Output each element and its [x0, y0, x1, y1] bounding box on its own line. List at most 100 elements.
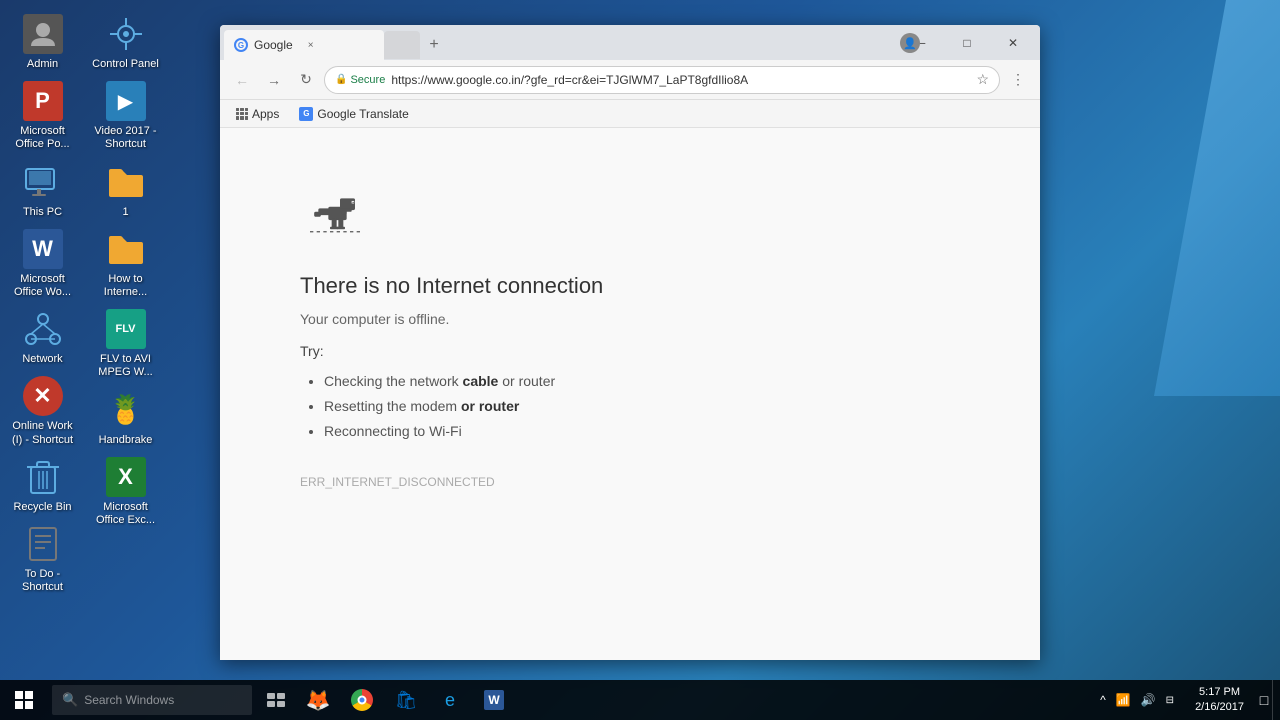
control-panel-icon [106, 14, 146, 54]
profile-avatar[interactable]: 👤 [900, 33, 920, 53]
search-icon: 🔍 [62, 692, 78, 708]
windows-logo-icon [15, 691, 33, 709]
taskbar-clock[interactable]: 5:17 PM 2/16/2017 [1183, 685, 1256, 716]
store-icon: 🛍 [395, 689, 417, 711]
todo-label: To Do -Shortcut [22, 568, 63, 594]
start-button[interactable] [0, 680, 48, 720]
maximize-button[interactable]: □ [944, 25, 990, 60]
address-bar[interactable]: 🔒 Secure https://www.google.co.in/?gfe_r… [324, 66, 1000, 94]
secure-badge: 🔒 Secure [335, 74, 385, 86]
taskbar-app-chrome[interactable] [340, 680, 384, 720]
ms-word-icon: W [23, 229, 63, 269]
new-tab-button[interactable]: + [420, 31, 448, 59]
desktop-icon-control-panel[interactable]: Control Panel [88, 10, 163, 75]
desktop-icon-online-work[interactable]: ✕ Online Work(I) - Shortcut [5, 372, 80, 450]
ms-office-po-label: MicrosoftOffice Po... [15, 125, 69, 151]
admin-icon [23, 14, 63, 54]
clock-time: 5:17 PM [1199, 685, 1240, 700]
show-desktop-button[interactable] [1272, 680, 1280, 720]
desktop-icon-flv[interactable]: FLV FLV to AVIMPEG W... [88, 305, 163, 383]
desktop-icon-ms-excel[interactable]: X MicrosoftOffice Exc... [88, 453, 163, 531]
desktop-icons-col1: Admin P MicrosoftOffice Po... This PC W [5, 10, 80, 598]
desktop-icon-todo[interactable]: To Do -Shortcut [5, 520, 80, 598]
desktop-icon-handbrake[interactable]: 🍍 Handbrake [88, 386, 163, 451]
how-to-icon [106, 229, 146, 269]
dino-container [310, 188, 360, 243]
desktop-icon-video[interactable]: ▶ Video 2017 -Shortcut [88, 77, 163, 155]
browser-window: 👤 G Google × + ─ □ ✕ ← → ↻ 🔒 [220, 25, 1040, 660]
bookmark-star-icon[interactable]: ☆ [976, 71, 989, 88]
ms-office-po-icon: P [23, 81, 63, 121]
search-placeholder: Search Windows [84, 693, 174, 707]
taskbar-app-ie[interactable]: e [428, 680, 472, 720]
desktop-icon-how-to[interactable]: How toInterne... [88, 225, 163, 303]
network-status-icon[interactable]: 📶 [1113, 691, 1134, 709]
taskbar-app-word[interactable]: W [472, 680, 516, 720]
browser-tab-google[interactable]: G Google × [224, 30, 384, 60]
this-pc-icon [23, 162, 63, 202]
apps-bookmark[interactable]: Apps [228, 104, 287, 124]
how-to-label: How toInterne... [104, 273, 147, 299]
online-work-label: Online Work(I) - Shortcut [12, 420, 73, 446]
error-suggestion-2: Resetting the modem or router [324, 394, 555, 419]
close-button[interactable]: ✕ [990, 25, 1036, 60]
google-translate-bookmark[interactable]: G Google Translate [291, 104, 416, 124]
forward-button[interactable]: → [260, 66, 288, 94]
chevron-up-icon[interactable]: ^ [1097, 691, 1109, 709]
task-view-icon [267, 693, 285, 707]
desktop-icons-col2: Control Panel ▶ Video 2017 -Shortcut 1 H… [88, 10, 163, 531]
error-suggestions-list: Checking the network cable or router Res… [300, 369, 555, 445]
back-button[interactable]: ← [228, 66, 256, 94]
task-view-button[interactable] [256, 680, 296, 720]
taskbar-apps: 🦊 🛍 e [296, 680, 1091, 720]
desktop-icon-1[interactable]: 1 [88, 158, 163, 223]
extensions-button[interactable]: ⋮ [1004, 66, 1032, 94]
action-center-button[interactable]: □ [1256, 680, 1272, 720]
tab-title: Google [254, 38, 293, 52]
recycle-bin-label: Recycle Bin [13, 501, 71, 514]
apps-grid-icon [236, 108, 248, 120]
reload-button[interactable]: ↻ [292, 66, 320, 94]
control-panel-label: Control Panel [92, 58, 159, 71]
desktop-icon-this-pc[interactable]: This PC [5, 158, 80, 223]
network-icon [23, 309, 63, 349]
taskbar-app-firefox[interactable]: 🦊 [296, 680, 340, 720]
wallpaper-accent2 [1100, 0, 1280, 396]
recycle-bin-icon [23, 457, 63, 497]
google-translate-label: Google Translate [317, 107, 408, 121]
error-try-label: Try: [300, 343, 324, 359]
handbrake-icon: 🍍 [106, 390, 146, 430]
ms-word-label: MicrosoftOffice Wo... [14, 273, 71, 299]
apps-label: Apps [252, 107, 279, 121]
taskbar-search[interactable]: 🔍 Search Windows [52, 685, 252, 715]
chrome-icon [351, 689, 373, 711]
ms-excel-icon: X [106, 457, 146, 497]
bookmarks-bar: Apps G Google Translate [220, 100, 1040, 128]
desktop-icon-network[interactable]: Network [5, 305, 80, 370]
browser-tab-empty[interactable] [384, 31, 420, 59]
online-work-icon: ✕ [23, 376, 63, 416]
taskbar: 🔍 Search Windows 🦊 [0, 680, 1280, 720]
error-suggestion-1: Checking the network cable or router [324, 369, 555, 394]
ie-icon: e [439, 689, 461, 711]
ms-excel-label: MicrosoftOffice Exc... [96, 501, 155, 527]
error-subtitle: Your computer is offline. [300, 311, 449, 327]
taskbar-app-store[interactable]: 🛍 [384, 680, 428, 720]
handbrake-label: Handbrake [99, 434, 153, 447]
this-pc-label: This PC [23, 206, 62, 219]
folder-1-label: 1 [122, 206, 128, 219]
desktop-icon-ms-office-po[interactable]: P MicrosoftOffice Po... [5, 77, 80, 155]
notification-area: ^ 📶 🔊 ⊟ [1091, 691, 1183, 709]
url-text: https://www.google.co.in/?gfe_rd=cr&ei=T… [391, 73, 970, 87]
desktop-icon-ms-word[interactable]: W MicrosoftOffice Wo... [5, 225, 80, 303]
lock-icon: 🔒 [335, 74, 347, 85]
tab-close-button[interactable]: × [303, 37, 319, 53]
desktop-icon-admin[interactable]: Admin [5, 10, 80, 75]
toolbar-right: ⋮ [1004, 66, 1032, 94]
video-label: Video 2017 -Shortcut [94, 125, 156, 151]
browser-titlebar: 👤 G Google × + ─ □ ✕ [220, 25, 1040, 60]
error-suggestion-3: Reconnecting to Wi-Fi [324, 419, 555, 444]
volume-icon[interactable]: 🔊 [1138, 691, 1159, 709]
dino-icon [310, 188, 360, 238]
desktop-icon-recycle[interactable]: Recycle Bin [5, 453, 80, 518]
